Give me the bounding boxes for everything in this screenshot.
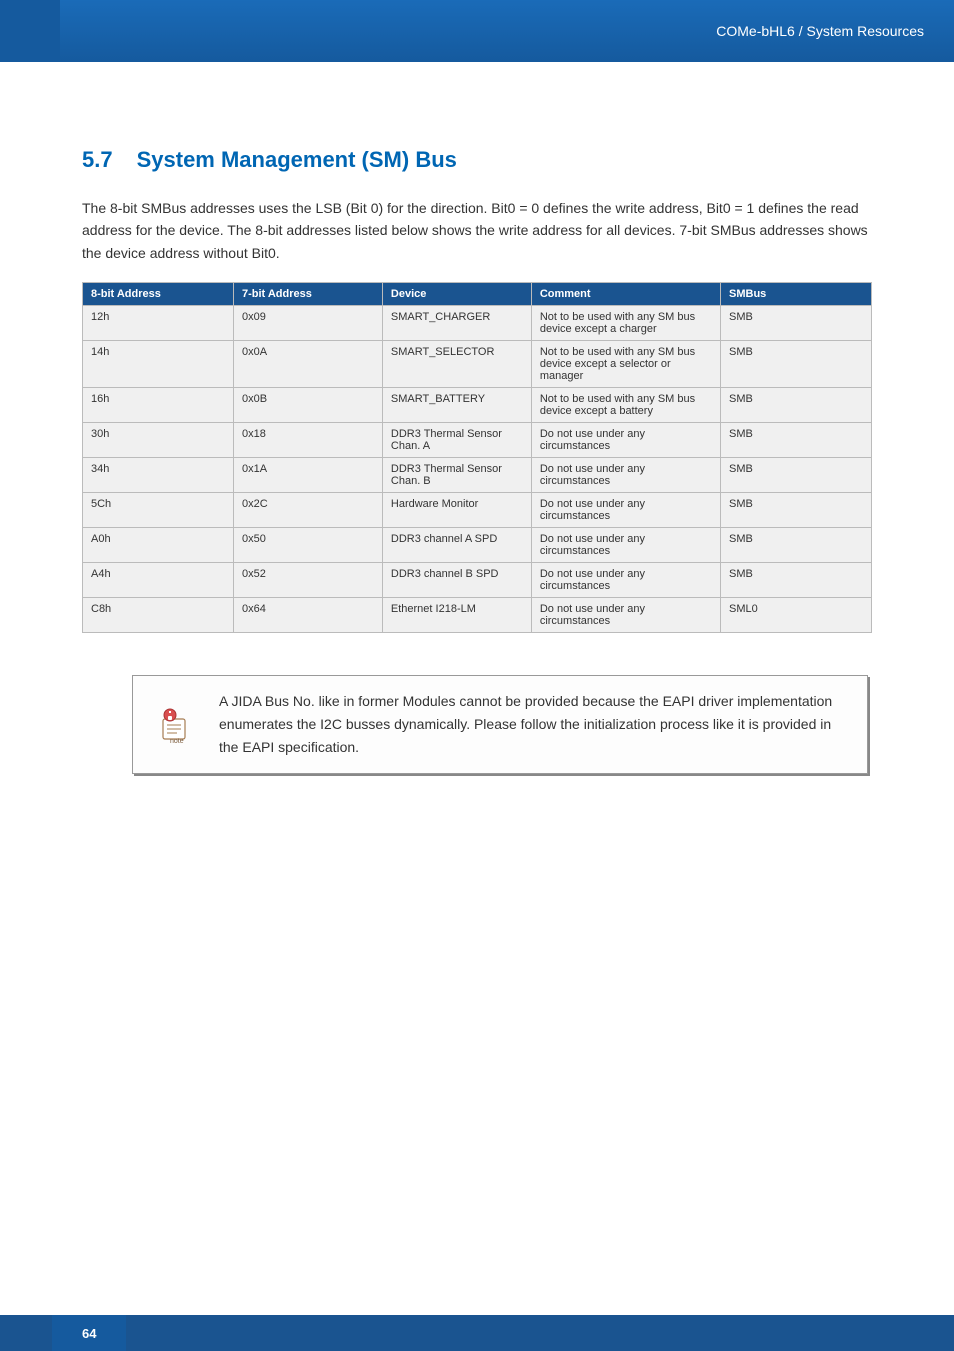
th-8bit: 8-bit Address	[83, 283, 234, 306]
table-header-row: 8-bit Address 7-bit Address Device Comme…	[83, 283, 872, 306]
page-number: 64	[52, 1315, 126, 1351]
table-row: A4h0x52DDR3 channel B SPDDo not use unde…	[83, 563, 872, 598]
section-number: 5.7	[82, 147, 113, 173]
table-row: A0h0x50DDR3 channel A SPDDo not use unde…	[83, 528, 872, 563]
th-comment: Comment	[531, 283, 720, 306]
cell-addr7: 0x0B	[233, 388, 382, 423]
table-row: 5Ch0x2CHardware MonitorDo not use under …	[83, 493, 872, 528]
table-row: 30h0x18DDR3 Thermal Sensor Chan. ADo not…	[83, 423, 872, 458]
note-box: note A JIDA Bus No. like in former Modul…	[132, 675, 868, 774]
cell-device: SMART_SELECTOR	[382, 341, 531, 388]
page-content: 5.7 System Management (SM) Bus The 8-bit …	[0, 62, 954, 814]
table-row: 34h0x1ADDR3 Thermal Sensor Chan. BDo not…	[83, 458, 872, 493]
cell-smbus: SMB	[721, 493, 872, 528]
th-7bit: 7-bit Address	[233, 283, 382, 306]
cell-addr8: A0h	[83, 528, 234, 563]
cell-comment: Do not use under any circumstances	[531, 563, 720, 598]
section-title: System Management (SM) Bus	[137, 147, 457, 172]
table-row: 16h0x0BSMART_BATTERYNot to be used with …	[83, 388, 872, 423]
cell-addr7: 0x1A	[233, 458, 382, 493]
header-corner-decoration	[0, 0, 60, 62]
cell-device: SMART_BATTERY	[382, 388, 531, 423]
cell-device: DDR3 channel A SPD	[382, 528, 531, 563]
smbus-table: 8-bit Address 7-bit Address Device Comme…	[82, 282, 872, 633]
section-heading: 5.7 System Management (SM) Bus	[82, 147, 872, 173]
cell-smbus: SMB	[721, 306, 872, 341]
cell-comment: Do not use under any circumstances	[531, 493, 720, 528]
cell-device: DDR3 channel B SPD	[382, 563, 531, 598]
cell-addr8: A4h	[83, 563, 234, 598]
footer-bar: 64	[0, 1315, 954, 1351]
cell-addr7: 0x09	[233, 306, 382, 341]
cell-addr7: 0x52	[233, 563, 382, 598]
cell-addr8: 5Ch	[83, 493, 234, 528]
table-row: C8h0x64Ethernet I218-LMDo not use under …	[83, 598, 872, 633]
table-row: 14h0x0ASMART_SELECTORNot to be used with…	[83, 341, 872, 388]
cell-device: Hardware Monitor	[382, 493, 531, 528]
cell-comment: Do not use under any circumstances	[531, 528, 720, 563]
cell-device: SMART_CHARGER	[382, 306, 531, 341]
cell-device: DDR3 Thermal Sensor Chan. A	[382, 423, 531, 458]
cell-addr8: 30h	[83, 423, 234, 458]
cell-comment: Do not use under any circumstances	[531, 598, 720, 633]
cell-addr8: 34h	[83, 458, 234, 493]
cell-addr8: 16h	[83, 388, 234, 423]
svg-text:note: note	[170, 738, 184, 745]
cell-smbus: SMB	[721, 388, 872, 423]
note-text: A JIDA Bus No. like in former Modules ca…	[219, 690, 845, 759]
th-device: Device	[382, 283, 531, 306]
cell-addr7: 0x18	[233, 423, 382, 458]
cell-smbus: SMB	[721, 423, 872, 458]
cell-addr7: 0x0A	[233, 341, 382, 388]
th-smbus: SMBus	[721, 283, 872, 306]
header-bar: COMe-bHL6 / System Resources	[0, 0, 954, 62]
note-icon: note	[155, 690, 195, 759]
cell-smbus: SMB	[721, 563, 872, 598]
cell-addr7: 0x64	[233, 598, 382, 633]
cell-smbus: SMB	[721, 341, 872, 388]
cell-comment: Do not use under any circumstances	[531, 458, 720, 493]
cell-comment: Not to be used with any SM bus device ex…	[531, 388, 720, 423]
intro-paragraph: The 8-bit SMBus addresses uses the LSB (…	[82, 197, 872, 264]
cell-comment: Not to be used with any SM bus device ex…	[531, 306, 720, 341]
cell-addr8: 12h	[83, 306, 234, 341]
cell-addr8: C8h	[83, 598, 234, 633]
cell-comment: Not to be used with any SM bus device ex…	[531, 341, 720, 388]
breadcrumb: COMe-bHL6 / System Resources	[716, 23, 924, 39]
cell-addr7: 0x2C	[233, 493, 382, 528]
cell-device: DDR3 Thermal Sensor Chan. B	[382, 458, 531, 493]
cell-device: Ethernet I218-LM	[382, 598, 531, 633]
cell-addr8: 14h	[83, 341, 234, 388]
table-row: 12h0x09SMART_CHARGERNot to be used with …	[83, 306, 872, 341]
cell-smbus: SMB	[721, 528, 872, 563]
cell-smbus: SMB	[721, 458, 872, 493]
cell-addr7: 0x50	[233, 528, 382, 563]
cell-comment: Do not use under any circumstances	[531, 423, 720, 458]
cell-smbus: SML0	[721, 598, 872, 633]
